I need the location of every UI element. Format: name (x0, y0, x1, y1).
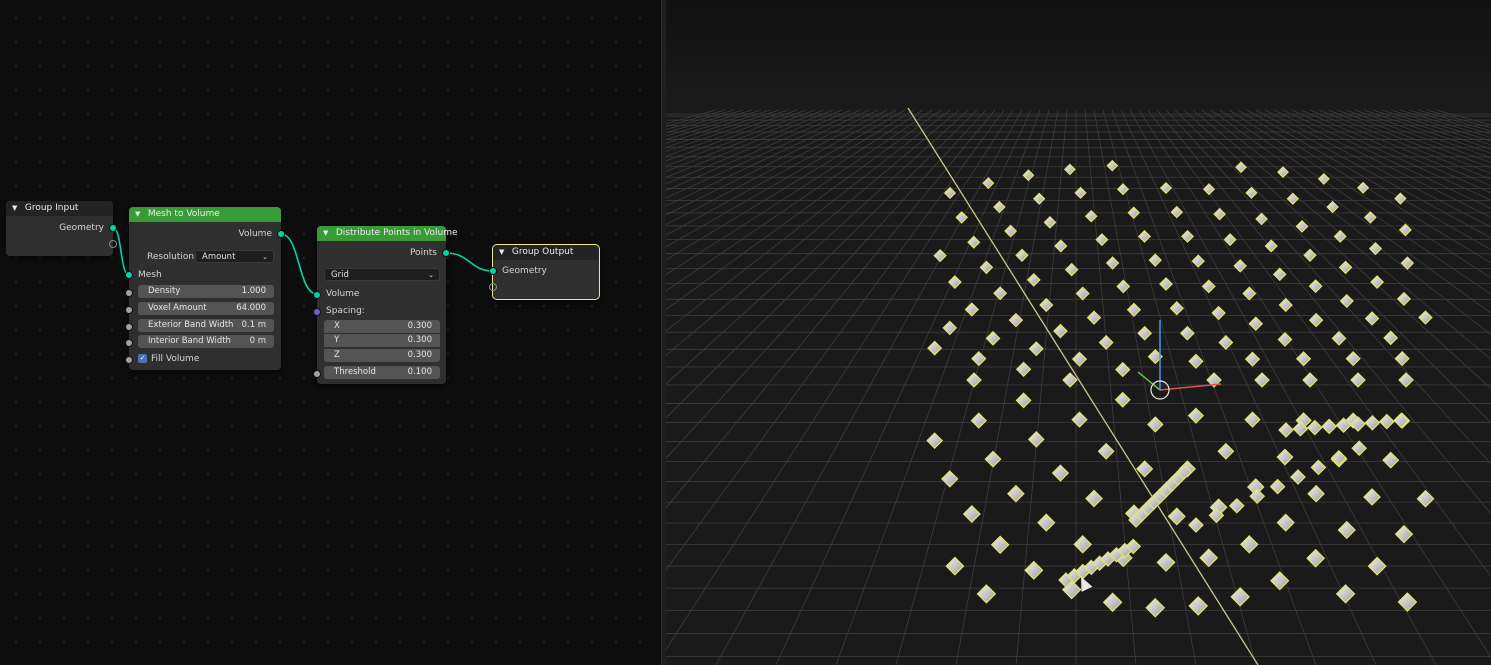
volume-input-row: Volume (317, 287, 446, 301)
collapse-chevron-icon[interactable]: ▼ (12, 201, 22, 216)
threshold-input-socket[interactable] (313, 370, 321, 378)
spacing-y-field[interactable]: Y 0.300 (324, 334, 440, 347)
fill-volume-row: Fill Volume (129, 352, 281, 366)
3d-viewport[interactable] (666, 0, 1491, 665)
spacing-y-label: Y (334, 335, 340, 345)
interior-band-width-field[interactable]: Interior Band Width 0 m (138, 335, 274, 348)
volume-output-socket[interactable] (277, 230, 285, 238)
collapse-chevron-icon[interactable]: ▼ (323, 226, 333, 241)
spacing-row: Spacing: (317, 304, 446, 318)
link-points-to-geometry[interactable] (445, 252, 494, 272)
group-output-header[interactable]: ▼ Group Output (493, 245, 599, 260)
group-output-title: Group Output (511, 247, 574, 257)
voxel-amount-value: 64.000 (236, 303, 266, 313)
distribute-points-header[interactable]: ▼ Distribute Points in Volume (317, 226, 458, 241)
interior-band-width-label: Interior Band Width (148, 336, 231, 346)
exterior-band-width-input-socket[interactable] (125, 323, 133, 331)
volume-output-row: Volume (129, 227, 281, 241)
group-input-title: Group Input (24, 203, 79, 213)
exterior-band-width-label: Exterior Band Width (148, 320, 234, 330)
points-output-row: Points (317, 246, 446, 260)
viewport-background (666, 0, 1491, 110)
viewport-scene (666, 0, 1491, 665)
density-input-socket[interactable] (125, 289, 133, 297)
spacing-z-field[interactable]: Z 0.300 (324, 349, 440, 362)
mesh-input-label: Mesh (138, 270, 162, 280)
collapse-chevron-icon[interactable]: ▼ (135, 207, 145, 222)
spacing-x-value: 0.300 (407, 321, 432, 331)
mesh-input-socket[interactable] (125, 271, 133, 279)
threshold-value: 0.100 (407, 367, 432, 377)
fill-volume-label: Fill Volume (151, 354, 200, 364)
spacing-label: Spacing: (326, 306, 365, 316)
mesh-to-volume-title: Mesh to Volume (147, 209, 220, 219)
distribute-mode-dropdown[interactable]: Grid ⌄ (324, 268, 440, 281)
group-input-node[interactable]: ▼ Group Input Geometry (6, 201, 117, 256)
interior-band-width-input-socket[interactable] (125, 339, 133, 347)
threshold-field[interactable]: Threshold 0.100 (324, 366, 440, 379)
spacing-z-label: Z (334, 350, 340, 360)
collapse-chevron-icon[interactable]: ▼ (499, 245, 509, 260)
volume-input-label: Volume (326, 289, 360, 299)
empty-output-socket[interactable] (109, 240, 117, 248)
geometry-input-socket[interactable] (489, 267, 497, 275)
distribute-points-in-volume-node[interactable]: ▼ Distribute Points in Volume Points Gri… (313, 226, 458, 384)
link-volume-to-volume[interactable] (280, 233, 318, 295)
spacing-input-socket[interactable] (313, 308, 321, 316)
geometry-output-label: Geometry (59, 223, 104, 233)
resolution-label: Resolution (147, 252, 195, 262)
spacing-z-value: 0.300 (407, 350, 432, 360)
geometry-input-label: Geometry (502, 266, 547, 276)
density-field[interactable]: Density 1.000 (138, 285, 274, 298)
density-label: Density (148, 286, 181, 296)
resolution-mode-dropdown[interactable]: Amount ⌄ (195, 250, 274, 263)
group-input-geometry-row: Geometry (6, 221, 113, 235)
interior-band-width-value: 0 m (249, 336, 266, 346)
spacing-x-field[interactable]: X 0.300 (324, 320, 440, 333)
volume-output-label: Volume (238, 229, 272, 239)
density-value: 1.000 (241, 286, 266, 296)
voxel-amount-field[interactable]: Voxel Amount 64.000 (138, 302, 274, 315)
distribute-mode-value: Grid (331, 270, 349, 280)
chevron-down-icon: ⌄ (262, 253, 268, 261)
threshold-label: Threshold (334, 367, 376, 377)
resolution-mode-value: Amount (202, 252, 236, 262)
volume-input-socket[interactable] (313, 291, 321, 299)
chevron-down-icon: ⌄ (428, 271, 434, 279)
mesh-input-row: Mesh (129, 268, 281, 282)
mesh-to-volume-node[interactable]: ▼ Mesh to Volume Volume Resolution Amoun… (125, 207, 285, 370)
exterior-band-width-field[interactable]: Exterior Band Width 0.1 m (138, 319, 274, 332)
exterior-band-width-value: 0.1 m (241, 320, 267, 330)
points-output-label: Points (409, 248, 437, 258)
mesh-to-volume-header[interactable]: ▼ Mesh to Volume (129, 207, 281, 222)
empty-input-socket[interactable] (489, 283, 497, 291)
geometry-output-socket[interactable] (109, 224, 117, 232)
spacing-y-value: 0.300 (407, 335, 432, 345)
geometry-node-editor[interactable]: ▼ Group Input Geometry ▼ Mesh to Volume … (0, 0, 661, 665)
geometry-input-row: Geometry (493, 264, 599, 278)
voxel-amount-label: Voxel Amount (148, 303, 207, 313)
voxel-amount-input-socket[interactable] (125, 306, 133, 314)
spacing-x-label: X (334, 321, 340, 331)
points-output-socket[interactable] (442, 249, 450, 257)
link-geometry-to-mesh[interactable] (112, 227, 130, 276)
group-input-header[interactable]: ▼ Group Input (6, 201, 113, 216)
group-output-node[interactable]: ▼ Group Output Geometry (489, 244, 600, 300)
distribute-points-title: Distribute Points in Volume (335, 228, 458, 238)
